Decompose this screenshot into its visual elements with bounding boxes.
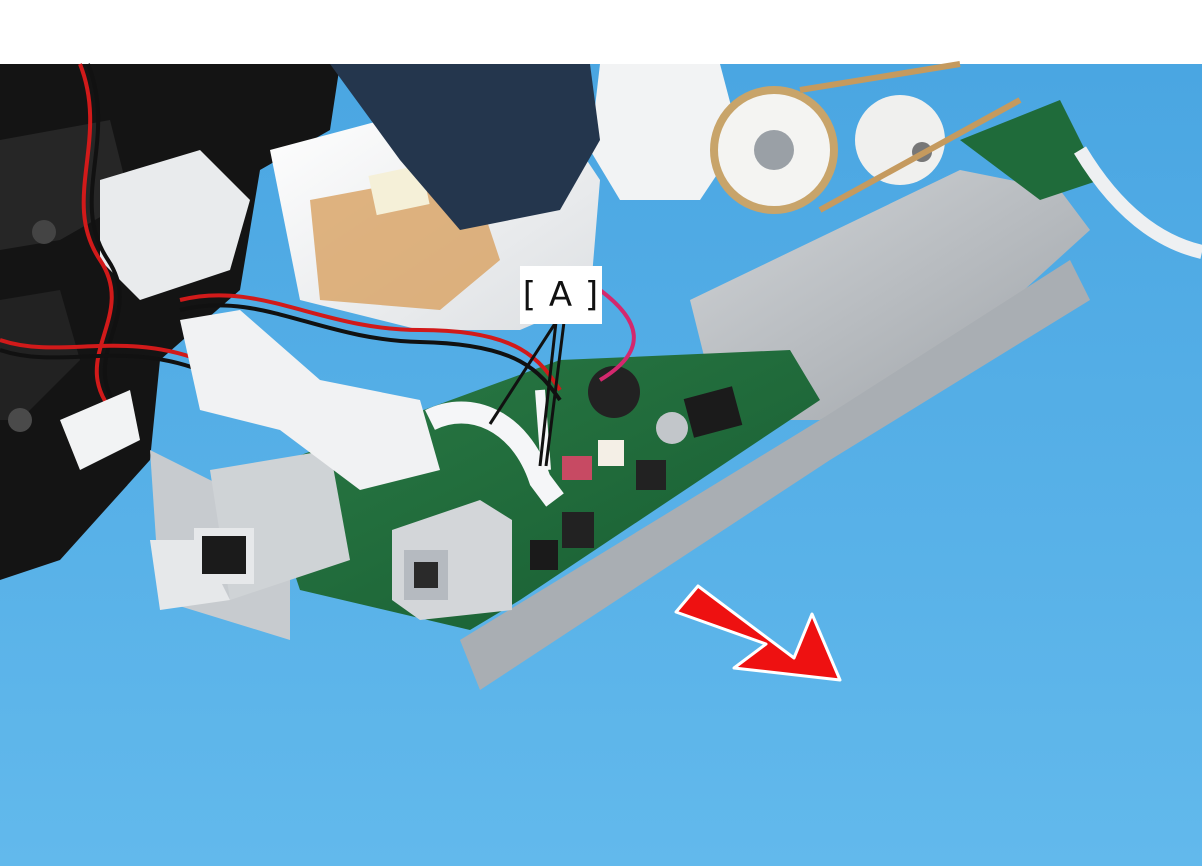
callout-label: [ A ] xyxy=(522,275,600,315)
photo-stage: [ A ] xyxy=(0,0,1202,866)
callout-label-box: [ A ] xyxy=(520,266,602,324)
photo xyxy=(0,0,1202,866)
top-margin xyxy=(0,0,1202,64)
